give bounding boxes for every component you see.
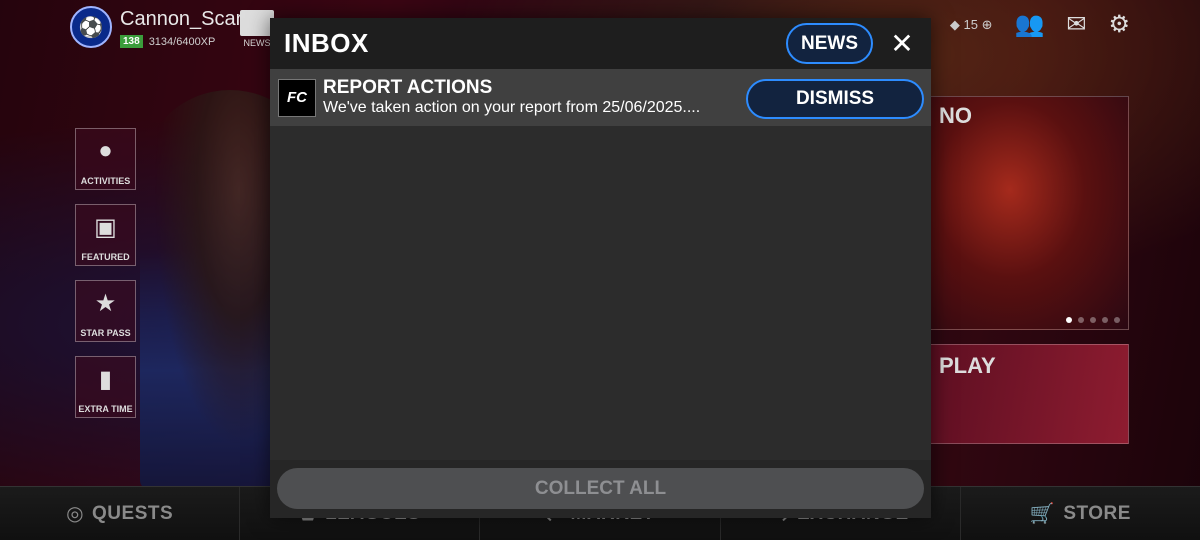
card-icon: ▮ xyxy=(98,366,113,393)
carousel-dot[interactable] xyxy=(1102,317,1108,323)
cart-icon: 🛒 xyxy=(1029,503,1056,525)
side-item-activities[interactable]: ● ACTIVITIES xyxy=(75,128,136,190)
inbox-modal: INBOX NEWS ✕ FC REPORT ACTIONS We've tak… xyxy=(270,18,931,518)
news-button[interactable]: NEWS xyxy=(786,23,873,64)
top-right-bar: ◆ 15 ⊕ 👥 ✉ ⚙ xyxy=(950,10,1130,39)
play-banner[interactable]: PLAY xyxy=(930,344,1129,444)
dismiss-button[interactable]: DISMISS xyxy=(746,79,924,119)
promo-title: NO xyxy=(939,103,972,128)
level-badge: 138 xyxy=(120,35,143,48)
carousel-dots[interactable] xyxy=(1066,317,1120,323)
message-title: REPORT ACTIONS xyxy=(323,77,493,98)
profile-area[interactable]: ⚽ Cannon_Scar 138 3134/6400XP xyxy=(70,6,242,48)
close-icon[interactable]: ✕ xyxy=(887,28,917,59)
target-icon: ◎ xyxy=(66,503,85,525)
carousel-dot[interactable] xyxy=(1090,317,1096,323)
xp-progress: 3134/6400XP xyxy=(148,35,216,48)
side-item-featured[interactable]: ▣ FEATURED xyxy=(75,204,136,266)
inbox-footer: COLLECT ALL xyxy=(270,460,931,518)
nav-label: QUESTS xyxy=(92,502,174,524)
mail-icon[interactable]: ✉ xyxy=(1066,10,1086,39)
currency-count[interactable]: ◆ 15 ⊕ xyxy=(950,17,993,33)
side-item-label: ACTIVITIES xyxy=(80,176,131,186)
settings-gear-icon[interactable]: ⚙ xyxy=(1108,10,1130,39)
currency-value: 15 xyxy=(963,16,978,32)
message-body: We've taken action on your report from 2… xyxy=(323,99,701,116)
add-currency-icon[interactable]: ⊕ xyxy=(982,17,993,32)
play-title: PLAY xyxy=(939,353,996,378)
friends-icon[interactable]: 👥 xyxy=(1014,10,1044,39)
currency-icon: ◆ xyxy=(949,16,960,32)
inbox-header: INBOX NEWS ✕ xyxy=(270,18,931,69)
promo-banner[interactable]: NO xyxy=(930,96,1129,330)
side-menu: ● ACTIVITIES ▣ FEATURED ★ STAR PASS ▮ EX… xyxy=(75,128,136,418)
club-badge-icon: ⚽ xyxy=(70,6,112,48)
side-item-star-pass[interactable]: ★ STAR PASS xyxy=(75,280,136,342)
gift-icon: ▣ xyxy=(94,214,117,241)
carousel-dot[interactable] xyxy=(1114,317,1120,323)
inbox-message[interactable]: FC REPORT ACTIONS We've taken action on … xyxy=(270,69,931,126)
username: Cannon_Scar xyxy=(120,8,243,30)
collect-all-button[interactable]: COLLECT ALL xyxy=(277,468,924,509)
star-icon: ★ xyxy=(94,290,117,317)
news-shortcut[interactable]: NEWS xyxy=(240,10,274,48)
fc-logo-icon: FC xyxy=(278,78,316,117)
carousel-dot[interactable] xyxy=(1066,317,1072,323)
side-item-label: STAR PASS xyxy=(80,328,131,338)
side-item-extra-time[interactable]: ▮ EXTRA TIME xyxy=(75,356,136,418)
nav-label: STORE xyxy=(1063,502,1131,524)
newspaper-icon xyxy=(240,10,274,36)
inbox-title: INBOX xyxy=(284,28,369,58)
news-shortcut-label: NEWS xyxy=(243,38,271,48)
carousel-dot[interactable] xyxy=(1078,317,1084,323)
side-item-label: FEATURED xyxy=(81,252,130,262)
ball-icon: ● xyxy=(98,137,113,164)
nav-store[interactable]: 🛒 STORE xyxy=(961,487,1200,540)
nav-quests[interactable]: ◎ QUESTS xyxy=(0,487,241,540)
side-item-label: EXTRA TIME xyxy=(78,404,133,414)
